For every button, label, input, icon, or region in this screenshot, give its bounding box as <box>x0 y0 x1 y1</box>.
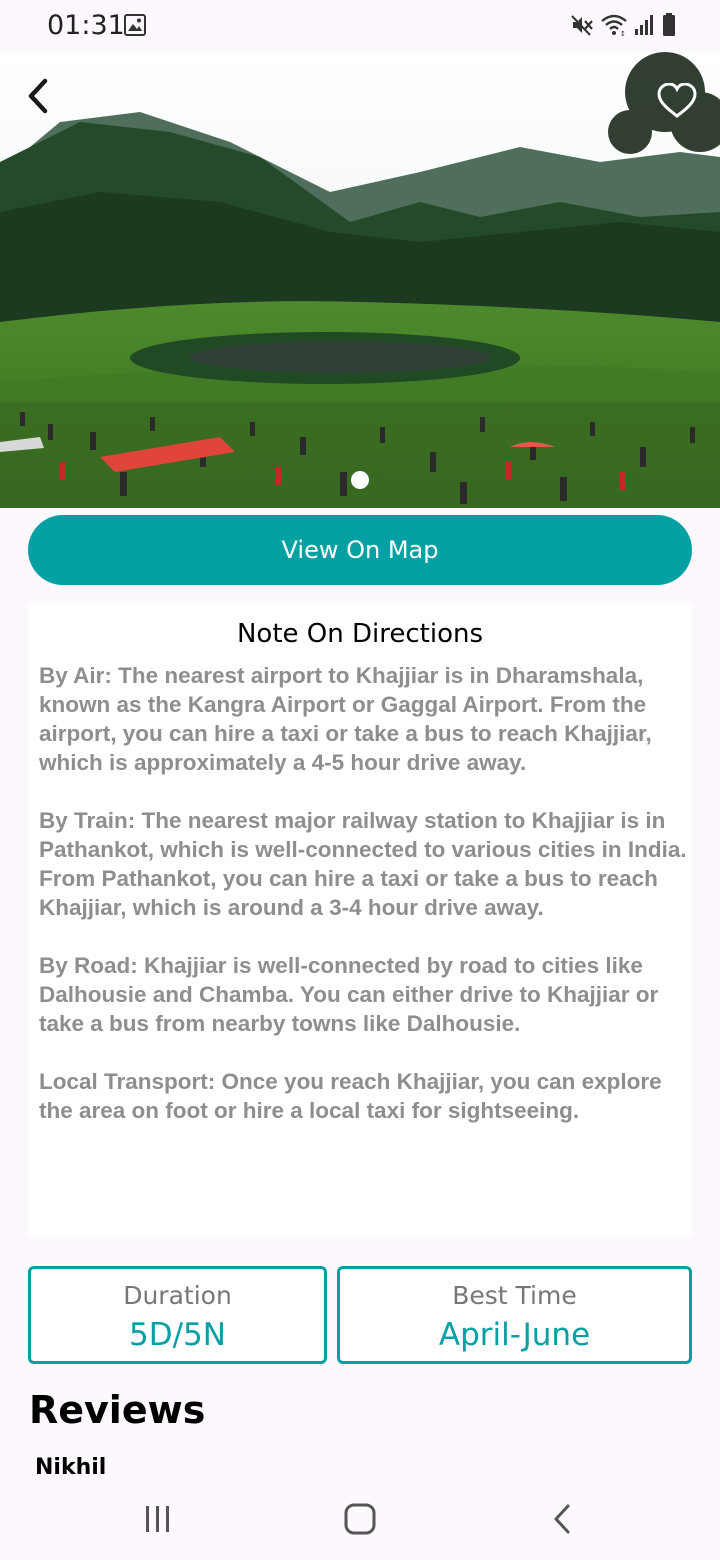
back-button[interactable] <box>18 76 58 120</box>
duration-box: Duration 5D/5N <box>28 1266 327 1364</box>
directions-air: By Air: The nearest airport to Khajjiar … <box>39 663 652 775</box>
view-on-map-button[interactable]: View On Map <box>28 515 692 585</box>
gallery-icon <box>124 14 146 41</box>
status-bar: 01:31 ↕ <box>0 0 720 52</box>
heart-icon <box>657 81 697 124</box>
chevron-left-icon <box>25 78 51 119</box>
best-time-value: April-June <box>438 1317 591 1353</box>
nav-back-button[interactable] <box>548 1502 578 1541</box>
directions-title: Note On Directions <box>236 619 484 649</box>
system-nav-bar <box>0 1476 720 1560</box>
signal-icon <box>634 14 656 41</box>
status-icons: ↕ <box>570 13 676 42</box>
directions-body: By Air: The nearest airport to Khajjiar … <box>39 661 687 1154</box>
hero-scene <box>0 52 720 508</box>
duration-value: 5D/5N <box>129 1317 226 1353</box>
hero-image[interactable] <box>0 52 720 508</box>
recents-button[interactable] <box>138 1502 178 1541</box>
reviews-heading: Reviews <box>29 1388 206 1432</box>
directions-card: Note On Directions By Air: The nearest a… <box>28 603 692 1237</box>
favorite-button[interactable] <box>654 81 700 124</box>
home-button[interactable] <box>339 1500 381 1543</box>
mute-icon <box>570 13 594 42</box>
best-time-label: Best Time <box>452 1281 577 1310</box>
battery-icon <box>662 13 676 42</box>
best-time-box: Best Time April-June <box>337 1266 692 1364</box>
duration-label: Duration <box>123 1281 232 1310</box>
directions-local: Local Transport: Once you reach Khajjiar… <box>39 1069 662 1123</box>
directions-train: By Train: The nearest major railway stat… <box>39 808 687 920</box>
directions-road: By Road: Khajjiar is well-connected by r… <box>39 953 659 1036</box>
wifi-icon: ↕ <box>600 13 628 42</box>
svg-text:↕: ↕ <box>620 30 626 37</box>
carousel-indicator[interactable] <box>351 471 369 489</box>
status-time: 01:31 <box>47 10 125 41</box>
